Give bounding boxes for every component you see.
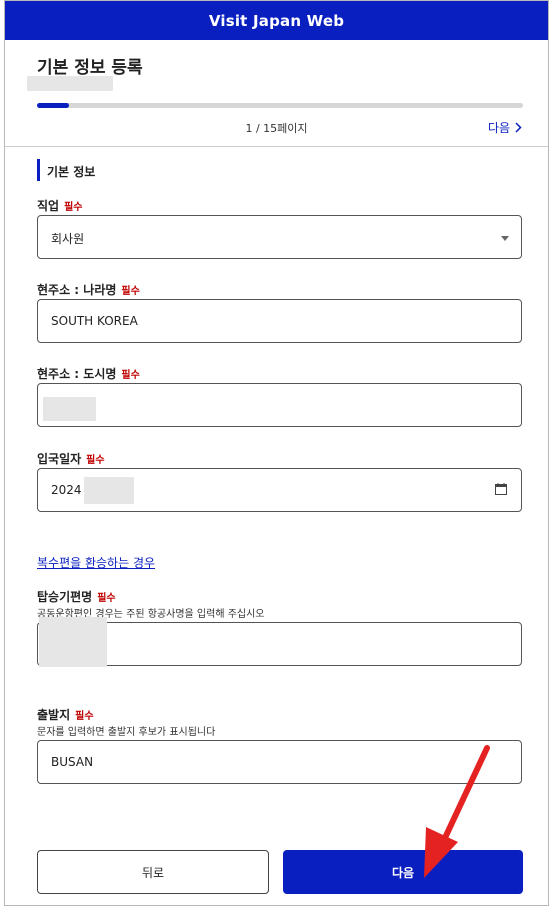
city-label-text: 현주소 : 도시명 bbox=[37, 367, 117, 381]
flight-input[interactable] bbox=[37, 622, 522, 666]
departure-label: 출발지 필수 bbox=[37, 706, 94, 723]
required-badge: 필수 bbox=[121, 286, 140, 297]
app-title: Visit Japan Web bbox=[208, 11, 345, 30]
next-page-label: 다음 bbox=[488, 121, 511, 135]
calendar-icon[interactable] bbox=[495, 483, 507, 495]
page-title: 기본 정보 등록 bbox=[37, 58, 143, 78]
next-button-label: 다음 bbox=[391, 865, 415, 880]
flight-label-text: 탑승기편명 bbox=[37, 590, 93, 604]
country-input[interactable]: SOUTH KOREA bbox=[37, 299, 522, 343]
required-badge: 필수 bbox=[75, 711, 94, 722]
redacted-city bbox=[43, 397, 96, 421]
back-button[interactable]: 뒤로 bbox=[37, 850, 269, 894]
country-value: SOUTH KOREA bbox=[51, 314, 138, 328]
app-header: Visit Japan Web bbox=[5, 1, 548, 40]
page-indicator: 1 / 15페이지 bbox=[245, 122, 308, 135]
departure-input[interactable]: BUSAN bbox=[37, 740, 522, 784]
next-button[interactable]: 다음 bbox=[283, 850, 523, 894]
dropdown-caret-icon bbox=[501, 236, 509, 241]
section-marker bbox=[37, 159, 40, 181]
occupation-select[interactable]: 회사원 bbox=[37, 215, 522, 259]
redacted-date bbox=[84, 477, 134, 504]
country-label-text: 현주소 : 나라명 bbox=[37, 283, 117, 297]
section-title: 기본 정보 bbox=[47, 165, 96, 179]
departure-label-text: 출발지 bbox=[37, 708, 71, 722]
entry-date-value: 2024 bbox=[51, 483, 82, 497]
redacted-flight bbox=[39, 617, 107, 667]
progress-fill bbox=[37, 103, 70, 108]
city-label: 현주소 : 도시명 필수 bbox=[37, 365, 140, 382]
progress-bar bbox=[37, 103, 523, 108]
divider bbox=[5, 146, 548, 147]
back-button-label: 뒤로 bbox=[141, 865, 165, 880]
next-page-link[interactable]: 다음 bbox=[488, 119, 522, 136]
multi-flight-link[interactable]: 복수편을 환승하는 경우 bbox=[37, 554, 155, 571]
occupation-value: 회사원 bbox=[51, 232, 85, 246]
required-badge: 필수 bbox=[97, 593, 116, 604]
redacted-area bbox=[27, 76, 113, 91]
required-badge: 필수 bbox=[86, 455, 105, 466]
occupation-label: 직업 필수 bbox=[37, 197, 83, 214]
departure-value: BUSAN bbox=[51, 755, 94, 769]
required-badge: 필수 bbox=[64, 202, 83, 213]
app-window: Visit Japan Web 기본 정보 등록 1 / 15페이지 다음 기본… bbox=[4, 0, 549, 906]
occupation-label-text: 직업 bbox=[37, 199, 60, 213]
city-input[interactable] bbox=[37, 383, 522, 427]
entry-date-label-text: 입국일자 bbox=[37, 452, 82, 466]
entry-date-label: 입국일자 필수 bbox=[37, 450, 105, 467]
required-badge: 필수 bbox=[121, 370, 140, 381]
country-label: 현주소 : 나라명 필수 bbox=[37, 281, 140, 298]
entry-date-input[interactable]: 2024 bbox=[37, 468, 522, 512]
flight-label: 탑승기편명 필수 bbox=[37, 588, 116, 605]
departure-hint: 문자를 입력하면 출발지 후보가 표시됩니다 bbox=[37, 727, 216, 738]
chevron-right-icon bbox=[515, 122, 522, 133]
